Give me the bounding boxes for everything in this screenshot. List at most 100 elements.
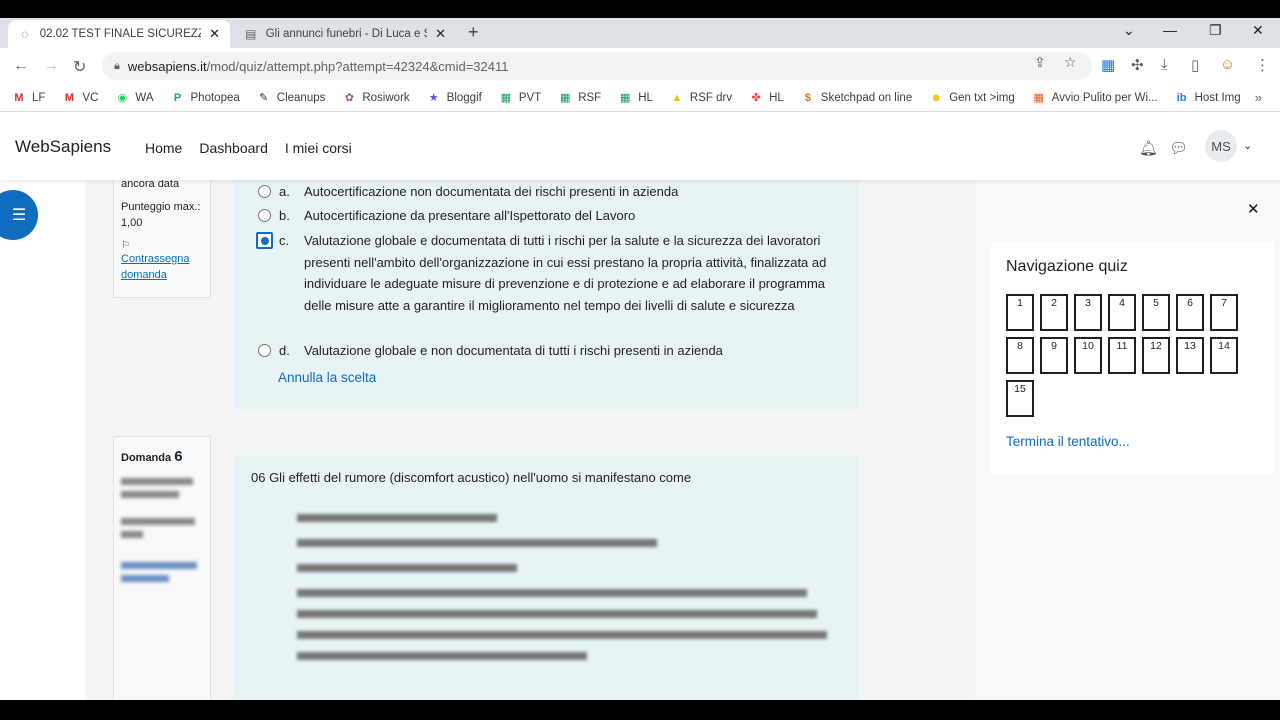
page-icon: ▤	[245, 27, 257, 41]
bookmark-lf[interactable]: M LF	[12, 91, 45, 105]
reload-icon[interactable]: ↻	[73, 57, 86, 77]
bookmark-star-icon[interactable]: ☆	[1064, 54, 1077, 71]
tab-quiz[interactable]: ◌ 02.02 TEST FINALE SICUREZZA S ✕	[8, 20, 230, 48]
bookmark-avvio-pulito-per-wi[interactable]: ▦ Avvio Pulito per Wi...	[1032, 91, 1158, 105]
minimize-icon[interactable]: —	[1163, 22, 1177, 38]
bookmark-wa[interactable]: ◉ WA	[115, 91, 154, 105]
nav-home[interactable]: Home	[145, 140, 182, 156]
chevron-down-icon[interactable]: ⌄	[1243, 139, 1252, 152]
close-icon[interactable]: ✕	[209, 26, 220, 42]
bookmark-host-img[interactable]: ib Host Img	[1175, 91, 1241, 105]
radio-d[interactable]	[258, 344, 271, 357]
forward-icon[interactable]: →	[43, 57, 59, 75]
download-icon[interactable]: ⤓	[1161, 56, 1168, 73]
answer-option-b[interactable]: b. Autocertificazione da presentare all'…	[258, 205, 844, 227]
bookmark-rsf-drv[interactable]: ▲ RSF drv	[670, 91, 732, 105]
quiz-nav-button-5[interactable]: 5	[1142, 294, 1170, 331]
flag-question-link[interactable]: Contrassegna domanda	[121, 251, 203, 284]
course-index-toggle-icon[interactable]: ☰	[0, 190, 38, 240]
radio-a[interactable]	[258, 185, 271, 198]
chat-bubble-icon[interactable]: 💬︎	[1169, 139, 1188, 157]
bookmark-bloggif[interactable]: ★ Bloggif	[427, 91, 482, 105]
bookmark-cleanups[interactable]: ✎ Cleanups	[257, 91, 325, 105]
address-bar[interactable]: 🔒︎ websapiens.it/mod/quiz/attempt.php?at…	[102, 52, 1092, 80]
bookmark-pvt[interactable]: ▦ PVT	[499, 91, 542, 105]
back-icon[interactable]: ←	[13, 57, 29, 75]
finish-attempt-link[interactable]: Termina il tentativo...	[1006, 434, 1130, 449]
quiz-navigation-drawer: ✕ Navigazione quiz Termina il tentativo.…	[975, 180, 1280, 700]
quiz-nav-button-13[interactable]: 13	[1176, 337, 1204, 374]
radio-c-selected[interactable]	[256, 232, 273, 249]
page-content: ☰ ancora data Punteggio max.: 1,00 ⚐ Cont…	[0, 170, 1280, 700]
quiz-nav-button-1[interactable]: 1	[1006, 294, 1034, 331]
side-panel-icon[interactable]: ▯	[1191, 56, 1199, 74]
answer-option-a[interactable]: a. Autocertificazione non documentata de…	[258, 181, 844, 203]
browser-window: ◌ 02.02 TEST FINALE SICUREZZA S ✕ ▤ Gli …	[0, 18, 1280, 700]
bell-icon[interactable]: 🔔︎	[1139, 139, 1158, 157]
bookmark-label: Sketchpad on line	[820, 91, 913, 104]
tab-search-icon[interactable]: ⌄	[1123, 22, 1135, 39]
clear-choice-link[interactable]: Annulla la scelta	[278, 370, 376, 385]
extensions-puzzle-icon[interactable]: ✣	[1131, 56, 1144, 74]
bookmark-rsf[interactable]: ▦ RSF	[558, 91, 601, 105]
bookmark-vc[interactable]: M VC	[62, 91, 99, 105]
lock-icon: 🔒︎	[114, 59, 120, 72]
photopea-icon: P	[173, 91, 182, 104]
close-icon[interactable]: ✕	[435, 26, 446, 42]
quiz-nav-button-11[interactable]: 11	[1108, 337, 1136, 374]
share-icon[interactable]: ⇪	[1034, 54, 1046, 71]
answer-option-d[interactable]: d. Valutazione globale e non documentata…	[258, 340, 844, 362]
quiz-nav-button-15[interactable]: 15	[1006, 380, 1034, 417]
tab-title: Gli annunci funebri - Di Luca e Sc	[265, 28, 428, 40]
quiz-nav-button-12[interactable]: 12	[1142, 337, 1170, 374]
quiz-nav-button-4[interactable]: 4	[1108, 294, 1136, 331]
tab-title: 02.02 TEST FINALE SICUREZZA S	[39, 28, 201, 40]
nav-dashboard[interactable]: Dashboard	[199, 140, 268, 156]
left-strip: ☰	[0, 180, 85, 700]
tab-annunci[interactable]: ▤ Gli annunci funebri - Di Luca e Sc ✕	[234, 20, 456, 48]
bookmark-label: Photopea	[190, 91, 240, 104]
ibb-icon: ib	[1176, 91, 1187, 104]
menu-dots-icon[interactable]: ⋮	[1255, 56, 1270, 74]
site-header: WebSapiens Home Dashboard I miei corsi 🔔…	[0, 113, 1280, 180]
new-tab-icon[interactable]: +	[468, 22, 479, 43]
tab-bar: ◌ 02.02 TEST FINALE SICUREZZA S ✕ ▤ Gli …	[0, 18, 1280, 48]
bookmark-label: LF	[32, 91, 46, 104]
answer-option-c[interactable]: c. Valutazione globale e documentata di …	[256, 230, 844, 316]
profile-avatar-icon[interactable]: ☺	[1220, 56, 1235, 73]
bookmark-label: Gen txt >img	[949, 91, 1015, 104]
restore-icon[interactable]: ❐	[1209, 22, 1222, 39]
extension-badge-icon[interactable]: ▦	[1101, 56, 1115, 74]
bookmark-rosiwork[interactable]: ✿ Rosiwork	[342, 91, 410, 105]
flag-icon[interactable]: ⚐	[121, 240, 130, 251]
quiz-nav-button-10[interactable]: 10	[1074, 337, 1102, 374]
radio-b[interactable]	[258, 209, 271, 222]
bookmark-sketchpad-on-line[interactable]: $ Sketchpad on line	[801, 91, 913, 105]
bookmark-gen-txt-img[interactable]: ☻ Gen txt >img	[929, 91, 1015, 105]
bookmark-hl[interactable]: ✤ HL	[749, 91, 784, 105]
site-brand[interactable]: WebSapiens	[15, 137, 111, 157]
close-window-icon[interactable]: ✕	[1252, 22, 1264, 39]
quiz-nav-button-7[interactable]: 7	[1210, 294, 1238, 331]
quiz-main-region: ancora data Punteggio max.: 1,00 ⚐ Contra…	[85, 170, 1037, 700]
bookmarks-overflow-icon[interactable]: »	[1255, 90, 1262, 105]
bookmark-label: HL	[769, 91, 784, 104]
quiz-nav-button-9[interactable]: 9	[1040, 337, 1068, 374]
question-6-text: 06 Gli effetti del rumore (discomfort ac…	[251, 470, 692, 485]
nav-my-courses[interactable]: I miei corsi	[285, 140, 352, 156]
gmail-icon: M	[14, 91, 24, 104]
moodle-loading-icon: ◌	[21, 27, 29, 41]
quiz-nav-button-14[interactable]: 14	[1210, 337, 1238, 374]
quiz-nav-button-2[interactable]: 2	[1040, 294, 1068, 331]
question-info-blurred	[121, 477, 203, 582]
user-avatar[interactable]: MS	[1205, 130, 1237, 162]
close-drawer-icon[interactable]: ✕	[1247, 200, 1260, 218]
bookmark-label: Rosiwork	[362, 91, 410, 104]
bookmark-photopea[interactable]: P Photopea	[171, 91, 240, 105]
question-6-body: 06 Gli effetti del rumore (discomfort ac…	[233, 456, 859, 700]
bookmark-hl[interactable]: ▦ HL	[618, 91, 653, 105]
quiz-nav-button-3[interactable]: 3	[1074, 294, 1102, 331]
sheets-icon: ▦	[560, 92, 571, 104]
quiz-nav-button-8[interactable]: 8	[1006, 337, 1034, 374]
quiz-nav-button-6[interactable]: 6	[1176, 294, 1204, 331]
